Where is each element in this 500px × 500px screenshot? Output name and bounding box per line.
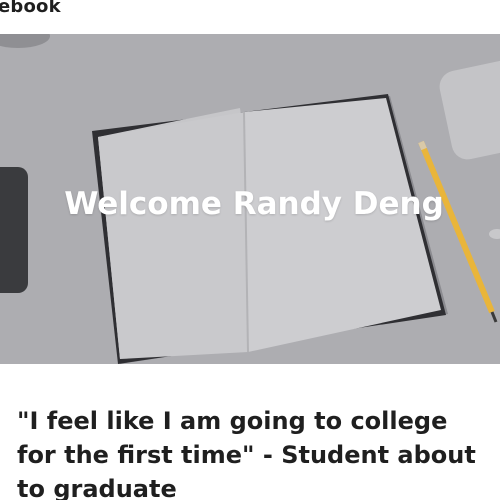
hero-banner: Welcome Randy Deng xyxy=(0,34,500,364)
site-brand-link[interactable]: ebook xyxy=(0,0,61,17)
blog-post: "I feel like I am going to college for t… xyxy=(17,404,487,500)
page: ebook Welcome Randy Deng "I feel like I … xyxy=(0,0,500,500)
post-title-link[interactable]: "I feel like I am going to college for t… xyxy=(17,404,487,500)
hero-heading: Welcome Randy Deng xyxy=(64,186,444,222)
site-header: ebook xyxy=(0,0,500,34)
